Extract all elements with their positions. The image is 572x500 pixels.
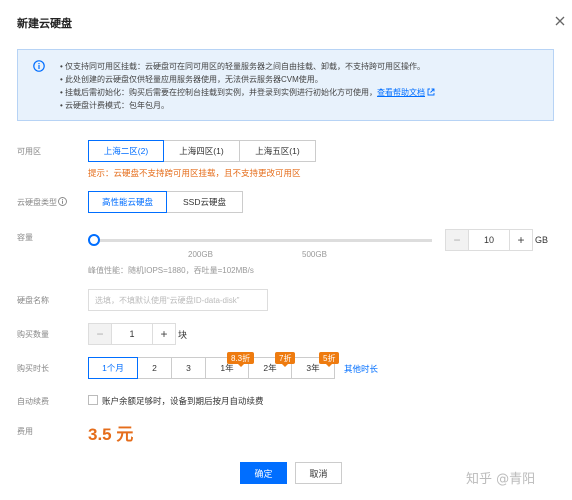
- quantity-increase-button[interactable]: +: [153, 324, 175, 344]
- duration-label: 购买时长: [17, 364, 49, 373]
- duration-selector: 1个月 2 3 1年 2年 3年: [88, 357, 335, 379]
- cancel-button[interactable]: 取消: [295, 462, 342, 484]
- fee-value: 3.5 元: [88, 425, 134, 444]
- close-icon[interactable]: [554, 15, 566, 27]
- help-icon[interactable]: [58, 197, 67, 206]
- zone-option-shanghai-2[interactable]: 上海二区(2): [88, 140, 164, 162]
- notice-line: • 仅支持同可用区挂载：云硬盘可在同可用区的轻量服务器之间自由挂载、卸载，不支持…: [60, 62, 426, 71]
- auto-renew-text: 账户余额足够时，设备到期后按月自动续费: [102, 396, 264, 406]
- capacity-tick-500: 500GB: [302, 250, 327, 259]
- quantity-label: 购买数量: [17, 330, 49, 339]
- capacity-tick-200: 200GB: [188, 250, 213, 259]
- discount-badge-2-years: 7折: [275, 352, 296, 367]
- disk-type-option-premium[interactable]: 高性能云硬盘: [88, 191, 167, 213]
- disk-name-input[interactable]: 选填，不填默认使用“云硬盘ID-data-disk”: [88, 289, 268, 311]
- watermark: 知乎 @青阳: [466, 472, 536, 487]
- disk-type-option-ssd[interactable]: SSD云硬盘: [166, 191, 243, 213]
- capacity-slider-handle[interactable]: [88, 234, 100, 246]
- auto-renew-checkbox[interactable]: [88, 395, 98, 405]
- zone-selector: 上海二区(2) 上海四区(1) 上海五区(1): [88, 140, 316, 162]
- notice-line-text: • 挂载后需初始化：购买后需要在控制台挂载到实例，并登录到实例进行初始化方可使用…: [60, 88, 378, 97]
- capacity-slider-track[interactable]: [92, 239, 432, 242]
- auto-renew-label: 自动续费: [17, 397, 49, 406]
- capacity-input[interactable]: 10: [468, 230, 510, 250]
- zone-label: 可用区: [17, 147, 41, 156]
- quantity-stepper: − 1 +: [88, 323, 176, 345]
- notice-line: • 此处创建的云硬盘仅供轻量应用服务器使用，无法供云服务器CVM使用。: [60, 75, 323, 84]
- quantity-decrease-button[interactable]: −: [89, 324, 111, 344]
- zone-option-shanghai-5[interactable]: 上海五区(1): [239, 140, 316, 162]
- confirm-button[interactable]: 确定: [240, 462, 287, 484]
- disk-type-label-text: 云硬盘类型: [17, 198, 57, 207]
- notice-line: • 云硬盘计费模式：包年包月。: [60, 101, 170, 110]
- quantity-input[interactable]: 1: [111, 324, 153, 344]
- disk-type-label: 云硬盘类型: [17, 197, 67, 208]
- capacity-stepper: − 10 +: [445, 229, 533, 251]
- quantity-unit: 块: [178, 330, 188, 340]
- duration-option-1-month[interactable]: 1个月: [88, 357, 138, 379]
- notice-box: • 仅支持同可用区挂载：云硬盘可在同可用区的轻量服务器之间自由挂载、卸载，不支持…: [17, 49, 554, 121]
- zone-hint: 提示：云硬盘不支持跨可用区挂载，且不支持更改可用区: [88, 168, 301, 178]
- notice-list: • 仅支持同可用区挂载：云硬盘可在同可用区的轻量服务器之间自由挂载、卸载，不支持…: [60, 60, 435, 112]
- performance-info: 峰值性能：随机IOPS=1880，吞吐量=102MB/s: [88, 266, 254, 275]
- info-icon: [33, 60, 45, 72]
- discount-badge-3-years: 5折: [319, 352, 340, 367]
- help-doc-link[interactable]: 查看帮助文档: [377, 88, 425, 97]
- duration-option-2-months[interactable]: 2: [137, 357, 172, 379]
- dialog-title: 新建云硬盘: [17, 18, 72, 30]
- fee-label: 费用: [17, 427, 33, 436]
- disk-name-label: 硬盘名称: [17, 296, 49, 305]
- capacity-decrease-button[interactable]: −: [446, 230, 468, 250]
- discount-badge-1-year: 8.3折: [227, 352, 255, 367]
- capacity-increase-button[interactable]: +: [510, 230, 532, 250]
- zone-option-shanghai-4[interactable]: 上海四区(1): [163, 140, 240, 162]
- other-duration-link[interactable]: 其他时长: [344, 363, 378, 375]
- notice-line: • 挂载后需初始化：购买后需要在控制台挂载到实例，并登录到实例进行初始化方可使用…: [60, 86, 435, 99]
- external-link-icon[interactable]: [427, 88, 435, 96]
- capacity-unit: GB: [535, 235, 549, 245]
- duration-option-3-months[interactable]: 3: [171, 357, 206, 379]
- disk-type-selector: 高性能云硬盘 SSD云硬盘: [88, 191, 243, 213]
- capacity-label: 容量: [17, 233, 33, 242]
